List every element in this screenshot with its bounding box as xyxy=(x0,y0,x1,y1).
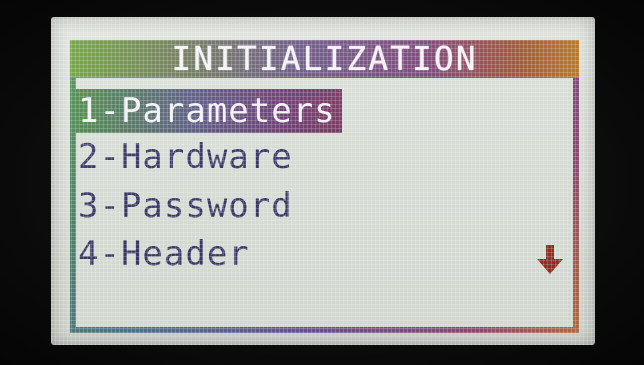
screen-title: INITIALIZATION xyxy=(171,39,478,78)
menu-item-password[interactable]: 3-Password xyxy=(76,184,299,228)
menu-item-hardware[interactable]: 2-Hardware xyxy=(76,135,299,179)
menu-item-header[interactable]: 4-Header xyxy=(76,232,256,276)
menu-item-parameters[interactable]: 1-Parameters xyxy=(76,89,342,133)
lcd-screen: INITIALIZATION 1-Parameters 2-Hardware 3… xyxy=(51,17,595,345)
arrow-down-icon[interactable] xyxy=(536,245,564,275)
